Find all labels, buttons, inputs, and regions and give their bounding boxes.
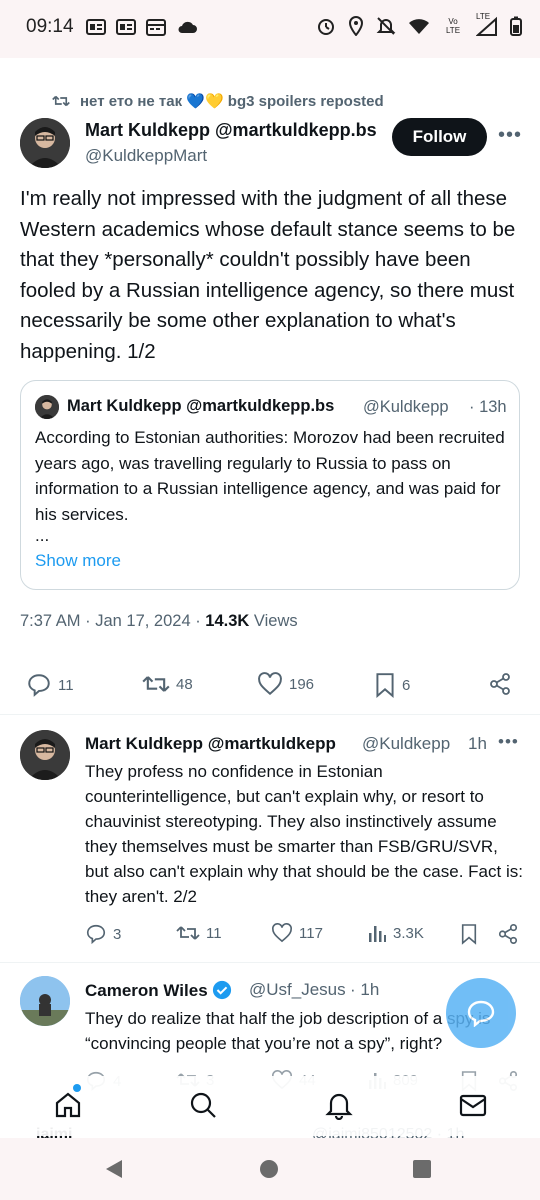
bottom-nav bbox=[0, 1076, 540, 1136]
follow-button[interactable]: Follow bbox=[392, 118, 487, 156]
verified-badge-icon bbox=[213, 980, 232, 1000]
avatar[interactable] bbox=[20, 118, 70, 168]
repost-button[interactable]: 48 bbox=[142, 672, 193, 696]
system-nav-bar bbox=[0, 1138, 540, 1200]
signal-icon: LTE bbox=[475, 12, 498, 36]
location-icon bbox=[348, 16, 364, 36]
views-count: 14.3K bbox=[205, 612, 250, 630]
wifi-icon bbox=[409, 19, 429, 34]
show-more-link[interactable]: Show more bbox=[35, 551, 121, 571]
divider bbox=[0, 962, 540, 963]
reply-time: 1h bbox=[468, 734, 487, 753]
reply-icon bbox=[86, 924, 106, 945]
volte-indicator: Vo LTE bbox=[445, 17, 461, 35]
divider bbox=[0, 714, 540, 715]
tweet-text: I'm really not impressed with the judgme… bbox=[20, 187, 516, 363]
alarm-icon bbox=[318, 19, 334, 35]
avatar[interactable] bbox=[20, 730, 70, 780]
repost-button[interactable]: 11 bbox=[176, 923, 222, 943]
quote-ellipsis: ... bbox=[35, 526, 50, 545]
tweet-meta: 7:37 AM · Jan 17, 2024 · 14.3K Views bbox=[20, 612, 298, 631]
nav-notifications[interactable] bbox=[324, 1090, 354, 1125]
reply-text: They profess no confidence in Estonian c… bbox=[85, 762, 523, 906]
like-button[interactable]: 196 bbox=[257, 672, 314, 696]
author-name[interactable]: Mart Kuldkepp @martkuldkepp.bs bbox=[85, 120, 383, 141]
reply-author-name[interactable]: Mart Kuldkepp @martkuldkepp bbox=[85, 734, 360, 754]
home-circle-icon[interactable] bbox=[259, 1159, 279, 1179]
bell-icon bbox=[325, 1093, 353, 1121]
repost-icon bbox=[142, 676, 170, 692]
share-icon bbox=[498, 924, 518, 944]
avatar[interactable] bbox=[20, 976, 70, 1026]
bookmark-button[interactable] bbox=[460, 923, 478, 945]
recents-icon[interactable] bbox=[412, 1159, 432, 1179]
views-button[interactable]: 3.3K bbox=[367, 923, 424, 943]
bookmark-button[interactable]: 6 bbox=[374, 672, 410, 698]
notification-icons bbox=[86, 18, 198, 36]
heart-icon bbox=[272, 923, 292, 943]
quote-text: According to Estonian authorities: Moroz… bbox=[35, 428, 505, 524]
heart-icon bbox=[258, 672, 282, 696]
quoted-tweet[interactable]: Mart Kuldkepp @martkuldkepp.bs @Kuldkepp… bbox=[20, 380, 520, 590]
calendar-icon bbox=[146, 19, 166, 36]
compose-reply-button[interactable] bbox=[446, 978, 516, 1048]
more-options-icon[interactable]: ••• bbox=[498, 124, 522, 147]
search-icon bbox=[190, 1092, 216, 1118]
back-icon[interactable] bbox=[104, 1158, 124, 1180]
battery-icon bbox=[510, 16, 522, 36]
share-button[interactable] bbox=[488, 672, 512, 696]
compose-icon bbox=[467, 1000, 495, 1027]
reply-time: · 1h bbox=[350, 980, 380, 999]
more-options-icon[interactable]: ••• bbox=[498, 732, 519, 752]
status-bar: 09:14 Vo LTE LTE bbox=[0, 0, 540, 58]
quote-time: · 13h bbox=[469, 398, 507, 416]
reply-button[interactable]: 3 bbox=[85, 923, 121, 945]
mail-icon bbox=[459, 1094, 487, 1117]
reply-icon bbox=[28, 674, 50, 697]
reply-author-name[interactable]: Cameron Wiles bbox=[85, 980, 232, 1001]
reply-author-handle[interactable]: @Usf_Jesus bbox=[249, 980, 346, 1000]
timestamp[interactable]: 7:37 AM · Jan 17, 2024 · bbox=[20, 612, 201, 630]
analytics-icon bbox=[369, 926, 386, 942]
avatar bbox=[35, 395, 59, 419]
repost-icon bbox=[176, 926, 200, 940]
news-icon bbox=[116, 19, 136, 35]
share-icon bbox=[490, 673, 510, 695]
nav-search[interactable] bbox=[188, 1090, 218, 1125]
bookmark-icon bbox=[376, 673, 394, 698]
cloud-icon bbox=[178, 21, 197, 33]
system-icons: Vo LTE LTE bbox=[316, 12, 522, 36]
nav-messages[interactable] bbox=[458, 1090, 488, 1125]
author-handle[interactable]: @KuldkeppMart bbox=[85, 146, 207, 166]
bookmark-icon bbox=[461, 924, 477, 945]
quote-author-name: Mart Kuldkepp @martkuldkepp.bs bbox=[67, 397, 335, 415]
reply-author-handle[interactable]: @Kuldkepp bbox=[362, 734, 454, 754]
like-button[interactable]: 117 bbox=[271, 923, 323, 943]
home-icon bbox=[55, 1092, 81, 1118]
repost-indicator: нет ето не так 💙💛 bg3 spoilers reposted bbox=[52, 92, 384, 110]
repost-icon bbox=[52, 95, 70, 107]
quote-author-handle: @Kuldkepp bbox=[363, 398, 449, 416]
repost-text[interactable]: нет ето не так 💙💛 bg3 spoilers reposted bbox=[80, 92, 384, 110]
news-icon bbox=[86, 19, 106, 35]
share-button[interactable] bbox=[497, 923, 519, 945]
unread-dot bbox=[73, 1084, 81, 1092]
views-label: Views bbox=[253, 612, 298, 630]
nav-home[interactable] bbox=[53, 1084, 83, 1125]
reply-button[interactable]: 11 bbox=[26, 672, 74, 698]
mute-bell-icon bbox=[376, 17, 396, 35]
status-time: 09:14 bbox=[26, 16, 74, 37]
